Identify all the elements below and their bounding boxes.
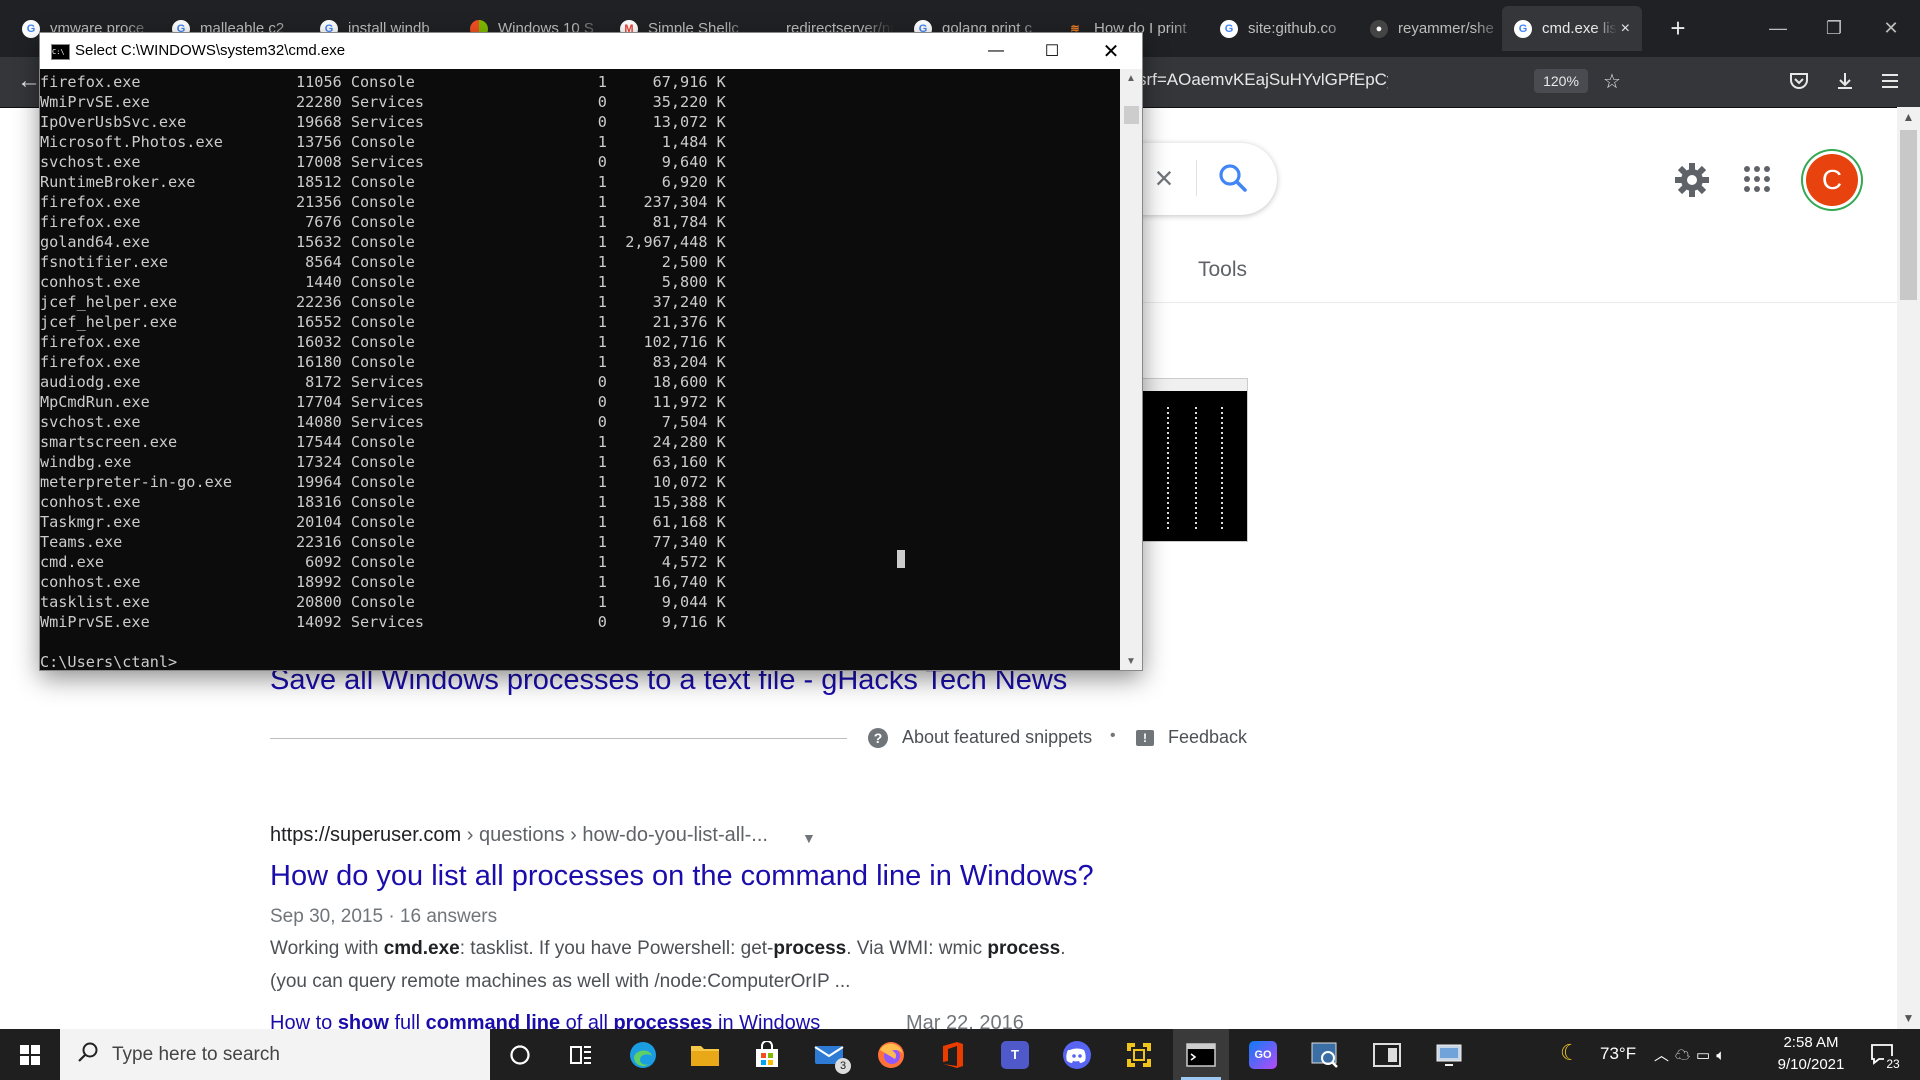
search-icon[interactable] [1214,160,1252,196]
result-title-link[interactable]: How do you list all processes on the com… [270,860,1094,893]
clock-date[interactable]: 9/10/2021 [1770,1056,1852,1073]
search-divider [1196,160,1197,196]
firefox-icon[interactable] [863,1029,919,1080]
snippet-divider [270,738,847,739]
task-view-icon[interactable] [553,1029,609,1080]
result-menu-caret-icon[interactable]: ▼ [802,830,816,846]
tools-tab[interactable]: Tools [1198,258,1247,282]
windbg-icon[interactable] [1297,1029,1353,1080]
command-prompt-taskbar-icon[interactable] [1173,1029,1229,1080]
teams-icon[interactable]: T [987,1029,1043,1080]
scroll-up-icon[interactable]: ▲ [1897,107,1920,127]
browser-restore-button[interactable]: ❐ [1814,8,1854,48]
microsoft-store-icon[interactable] [739,1029,795,1080]
sitelink-date: Mar 22, 2016 [906,1012,1024,1029]
browser-minimize-button[interactable]: — [1758,8,1798,48]
result-url-breadcrumb[interactable]: https://superuser.com › questions › how-… [270,824,768,847]
result-domain: https://superuser.com [270,824,462,846]
tray-chevron-icon[interactable]: ︿ [1654,1047,1675,1064]
taskbar-search-placeholder: Type here to search [112,1043,280,1065]
mail-icon[interactable]: 3 [801,1029,857,1080]
cmd-scrollbar[interactable] [1120,69,1142,670]
google-icon: G [1514,19,1532,38]
goland-icon[interactable]: GO [1235,1029,1291,1080]
cmd-maximize-button[interactable]: ☐ [1024,33,1080,69]
cmd-scroll-down-icon[interactable]: ▼ [1120,652,1142,670]
windows-logo-icon [20,1044,40,1065]
onedrive-cloud-icon[interactable]: ☁ [1675,1047,1696,1064]
cmd-close-button[interactable]: ✕ [1083,33,1139,69]
help-circle-icon: ? [868,727,888,748]
system-tray-icons[interactable]: ︿☁▭🔈︎ [1654,1044,1731,1065]
zoom-level-badge[interactable]: 120% [1534,69,1588,93]
clear-search-icon[interactable]: × [1146,160,1182,196]
edge-browser-icon[interactable] [615,1029,671,1080]
browser-tab[interactable]: Gsite:github.co [1208,8,1356,49]
browser-tab-label: reyammer/she [1398,20,1494,37]
dot-separator: • [1110,727,1116,744]
remote-desktop-icon[interactable] [1421,1029,1477,1080]
file-explorer-icon[interactable] [677,1029,733,1080]
bookmark-star-icon[interactable]: ☆ [1596,66,1628,96]
app-window-icon[interactable] [1359,1029,1415,1080]
start-button[interactable] [0,1029,60,1080]
github-icon: ● [1370,19,1388,38]
mail-badge: 3 [835,1058,851,1074]
page-scrollbar-thumb[interactable] [1900,130,1917,300]
cmd-minimize-button[interactable]: — [968,33,1024,69]
notification-count: 23 [1884,1056,1902,1072]
cmd-console-output[interactable]: firefox.exe 11056 Console 1 67,916 K Wmi… [40,69,1120,670]
console-cursor [897,550,905,568]
google-icon: G [22,19,40,38]
weather-temperature[interactable]: 73°F [1600,1044,1636,1064]
browser-tab-label: site:github.co [1248,20,1337,37]
cmd-window-title: Select C:\WINDOWS\system32\cmd.exe [75,42,346,59]
pocket-icon[interactable] [1783,66,1815,96]
settings-gear-icon[interactable] [1672,160,1712,200]
battery-icon[interactable]: ▭ [1696,1047,1716,1064]
about-snippets-label: About featured snippets [902,727,1093,747]
discord-icon[interactable] [1049,1029,1105,1080]
browser-close-button[interactable]: ✕ [1871,8,1911,48]
cmd-app-icon[interactable]: C:\ [51,44,70,60]
address-bar-url[interactable]: srf=AOaemvKEajSuHYvlGPfEpCyz5tnpnTkfIg%3… [1138,70,1388,90]
pixel-tool-icon[interactable] [1111,1029,1167,1080]
new-tab-button[interactable]: + [1662,12,1694,44]
search-icon [76,1040,100,1069]
cortana-icon[interactable] [492,1029,548,1080]
featured-snippet-thumbnail[interactable] [1140,378,1248,542]
header-divider [1080,302,1897,303]
about-featured-snippets-link[interactable]: ? About featured snippets [868,727,1092,748]
result-breadcrumbs: › questions › how-do-you-list-all-... [461,824,768,846]
volume-icon[interactable]: 🔈︎ [1716,1047,1731,1064]
result-snippet-line-1: Working with cmd.exe: tasklist. If you h… [270,938,1066,959]
browser-tab-label: cmd.exe list [1542,20,1617,37]
taskbar-search-box[interactable]: Type here to search [60,1029,490,1080]
result-meta: Sep 30, 2015 · 16 answers [270,906,498,927]
account-avatar[interactable]: C [1806,154,1858,206]
google-apps-grid-icon[interactable] [1742,164,1772,194]
browser-tab[interactable]: Gcmd.exe list × [1502,6,1642,51]
close-tab-icon[interactable]: × [1621,20,1630,38]
office-icon[interactable] [925,1029,981,1080]
feedback-icon: ! [1136,729,1154,746]
result-snippet-line-2: (you can query remote machines as well w… [270,971,851,992]
hamburger-menu-icon[interactable] [1874,66,1906,96]
downloads-icon[interactable] [1829,66,1861,96]
feedback-link[interactable]: ! Feedback [1136,727,1247,748]
weather-moon-icon[interactable]: ☾ [1560,1040,1580,1066]
cmd-scrollbar-thumb[interactable] [1124,106,1139,124]
browser-tab[interactable]: ● reyammer/she [1358,8,1506,49]
clock-time[interactable]: 2:58 AM [1776,1034,1846,1051]
scroll-down-icon[interactable]: ▼ [1897,1008,1920,1028]
tasklist-output: firefox.exe 11056 Console 1 67,916 K Wmi… [40,73,726,670]
cmd-scroll-up-icon[interactable]: ▲ [1120,69,1142,87]
sitelink-title-link[interactable]: How to show full command line of all pro… [270,1012,820,1029]
feedback-label: Feedback [1168,727,1248,747]
google-icon: G [1220,19,1238,38]
